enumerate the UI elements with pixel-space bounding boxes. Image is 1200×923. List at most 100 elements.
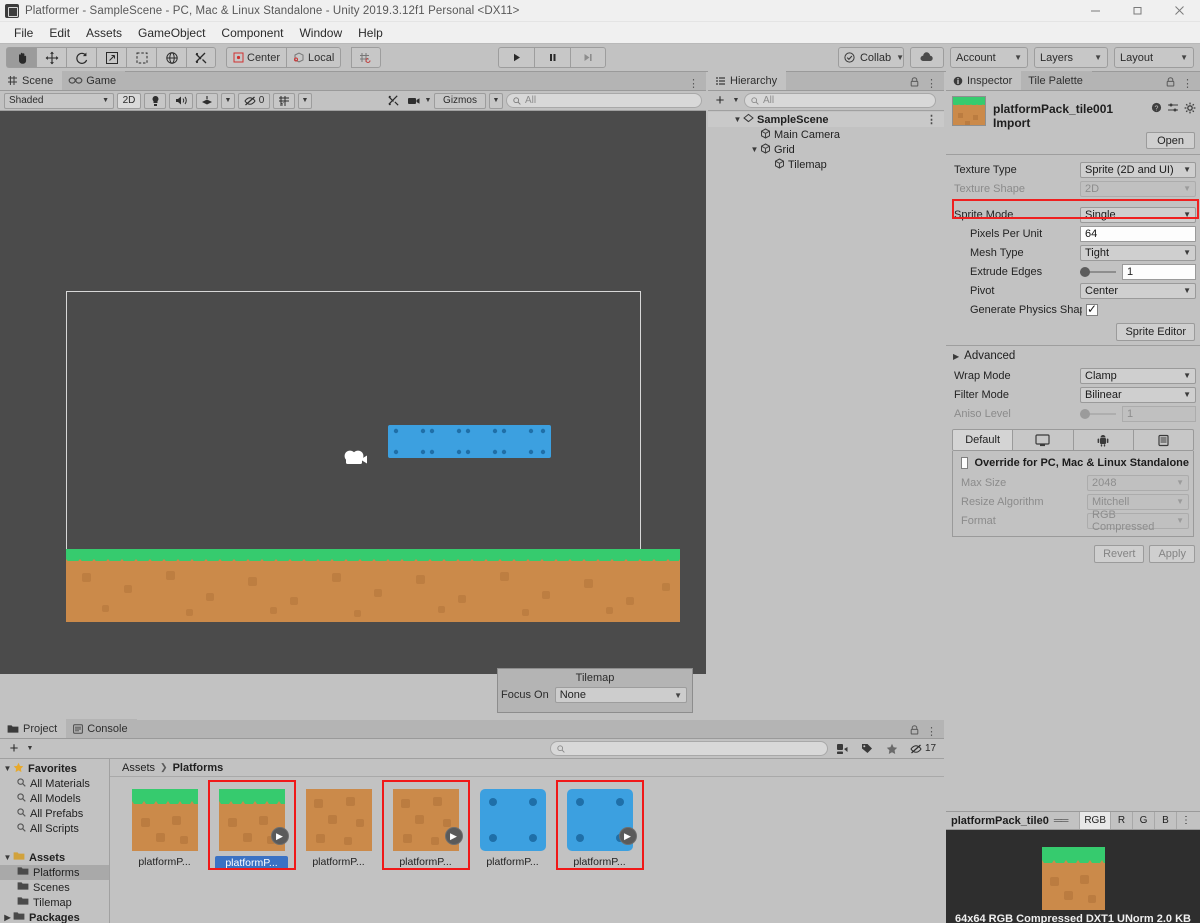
tab-inspector[interactable]: Inspector [946, 71, 1022, 90]
add-gameobject-button[interactable]: + [712, 93, 728, 109]
chevron-down-icon[interactable]: ▼ [749, 145, 760, 154]
pivot-dropdown[interactable]: Center ▼ [1080, 282, 1196, 299]
chevron-down-icon[interactable]: ▼ [2, 764, 13, 773]
project-tree-assets[interactable]: ▼ Assets [0, 850, 109, 865]
project-tree-tilemap[interactable]: Tilemap [0, 895, 109, 910]
mesh-type-dropdown[interactable]: Tight ▼ [1080, 244, 1196, 261]
add-gameobject-dropdown[interactable]: ▼ [731, 93, 741, 109]
filter-by-type-icon[interactable] [831, 741, 853, 757]
project-tree-all-prefabs[interactable]: All Prefabs [0, 806, 109, 821]
step-button[interactable] [569, 47, 606, 68]
open-button[interactable]: Open [1146, 132, 1195, 149]
hand-tool-icon[interactable] [6, 47, 36, 68]
gizmos-dropdown[interactable]: ▼ [489, 92, 503, 109]
hierarchy-item-grid[interactable]: ▼ Grid [708, 142, 944, 157]
component-tools-icon[interactable] [382, 93, 404, 109]
pivot-rotation-button[interactable]: Local [286, 47, 342, 68]
channel-tab-g[interactable]: G [1132, 812, 1154, 829]
advanced-foldout[interactable]: ▶ Advanced [946, 346, 1200, 366]
texture-type-dropdown[interactable]: Sprite (2D and UI) ▼ [1080, 161, 1196, 178]
project-visibility-toggle[interactable]: 17 [906, 741, 940, 757]
project-tree-all-scripts[interactable]: All Scripts [0, 821, 109, 836]
tab-project[interactable]: Project [0, 719, 67, 738]
asset-item[interactable]: ▶ platformP... [556, 780, 644, 870]
kebab-menu-icon[interactable]: ⋮ [926, 725, 937, 738]
fx-icon[interactable] [196, 92, 218, 109]
gear-icon[interactable] [1184, 102, 1196, 117]
rect-tool-icon[interactable] [126, 47, 156, 68]
hierarchy-search-input[interactable]: All [744, 93, 936, 108]
scene-search-input[interactable]: All [506, 93, 702, 108]
project-tree-all-models[interactable]: All Models [0, 791, 109, 806]
lighting-icon[interactable] [144, 92, 166, 109]
move-tool-icon[interactable] [36, 47, 66, 68]
project-search-input[interactable] [549, 741, 829, 756]
fx-dropdown[interactable]: ▼ [221, 92, 235, 109]
tab-game[interactable]: Game [62, 71, 126, 90]
menu-component[interactable]: Component [213, 24, 291, 42]
create-asset-button[interactable]: + [6, 741, 22, 757]
platform-tab-standalone[interactable] [1013, 430, 1074, 450]
channel-tab-r[interactable]: R [1110, 812, 1132, 829]
project-tree-platforms[interactable]: Platforms [0, 865, 109, 880]
generate-physics-shape-checkbox[interactable] [1086, 302, 1098, 316]
maximize-icon[interactable] [1116, 0, 1158, 22]
scene-canvas[interactable] [0, 111, 706, 674]
audio-icon[interactable] [169, 92, 193, 109]
asset-item[interactable]: platformP... [302, 789, 375, 870]
asset-preview-play-badge[interactable]: ▶ [618, 827, 637, 845]
kebab-menu-icon[interactable]: ⋮ [926, 77, 937, 90]
grid-visibility-icon[interactable]: Y [273, 92, 295, 109]
shading-mode-dropdown[interactable]: Shaded ▼ [4, 92, 114, 109]
hierarchy-item-tilemap[interactable]: Tilemap [708, 157, 944, 172]
minimize-icon[interactable] [1074, 0, 1116, 22]
scene-visibility-toggle[interactable]: 0 [238, 92, 270, 109]
lock-icon[interactable] [910, 77, 919, 90]
close-icon[interactable] [1158, 0, 1200, 22]
tab-tile-palette[interactable]: Tile Palette [1021, 71, 1092, 90]
project-tree-scenes[interactable]: Scenes [0, 880, 109, 895]
kebab-menu-icon[interactable]: ⋮ [926, 113, 944, 126]
menu-gameobject[interactable]: GameObject [130, 24, 213, 42]
breadcrumb-assets[interactable]: Assets [122, 762, 155, 774]
main-camera-gizmo[interactable] [343, 448, 371, 468]
favorites-star-icon[interactable] [881, 741, 903, 757]
menu-help[interactable]: Help [350, 24, 391, 42]
gizmos-button[interactable]: Gizmos [434, 92, 486, 109]
camera-settings-icon[interactable]: ▼ [407, 93, 431, 109]
scene-tab-menu[interactable]: ⋮ [688, 77, 706, 90]
chevron-down-icon[interactable]: ▼ [732, 115, 743, 124]
pixels-per-unit-input[interactable]: 64 [1080, 225, 1196, 242]
tab-scene[interactable]: Scene [0, 71, 63, 90]
pivot-mode-button[interactable]: Center [226, 47, 287, 68]
rotate-tool-icon[interactable] [66, 47, 96, 68]
project-tree-favorites[interactable]: ▼ Favorites [0, 761, 109, 776]
channel-tab-rgb[interactable]: RGB [1079, 812, 1110, 829]
filter-by-label-icon[interactable] [856, 741, 878, 757]
kebab-menu-icon[interactable]: ⋮ [1182, 77, 1193, 90]
asset-item[interactable]: platformP... [476, 789, 549, 870]
layout-button[interactable]: Layout ▼ [1113, 47, 1194, 68]
override-checkbox[interactable] [961, 457, 969, 469]
grid-snap-icon[interactable] [351, 47, 382, 68]
extrude-edges-value[interactable]: 1 [1122, 263, 1196, 280]
project-tree-all-materials[interactable]: All Materials [0, 776, 109, 791]
apply-button[interactable]: Apply [1149, 545, 1195, 563]
blue-platform-object[interactable] [388, 425, 551, 458]
hierarchy-item-main-camera[interactable]: Main Camera [708, 127, 944, 142]
transform-tool-icon[interactable] [156, 47, 186, 68]
platform-tab-android[interactable] [1074, 430, 1134, 450]
drag-handle-icon[interactable]: ══ [1054, 815, 1069, 827]
asset-item[interactable]: ▶ platformP... [208, 780, 296, 870]
hierarchy-item-samplescene[interactable]: ▼ SampleScene ⋮ [708, 112, 944, 127]
asset-preview-play-badge[interactable]: ▶ [444, 827, 463, 845]
collab-button[interactable]: Collab ▼ [837, 47, 904, 68]
chevron-right-icon[interactable]: ▶ [2, 913, 13, 922]
lock-icon[interactable] [1166, 77, 1175, 90]
revert-button[interactable]: Revert [1094, 545, 1145, 563]
sprite-editor-button[interactable]: Sprite Editor [1116, 323, 1195, 341]
menu-assets[interactable]: Assets [78, 24, 130, 42]
kebab-menu-icon[interactable]: ⋮ [1176, 812, 1195, 829]
slider-knob[interactable] [1080, 266, 1090, 277]
play-button[interactable] [497, 47, 534, 68]
